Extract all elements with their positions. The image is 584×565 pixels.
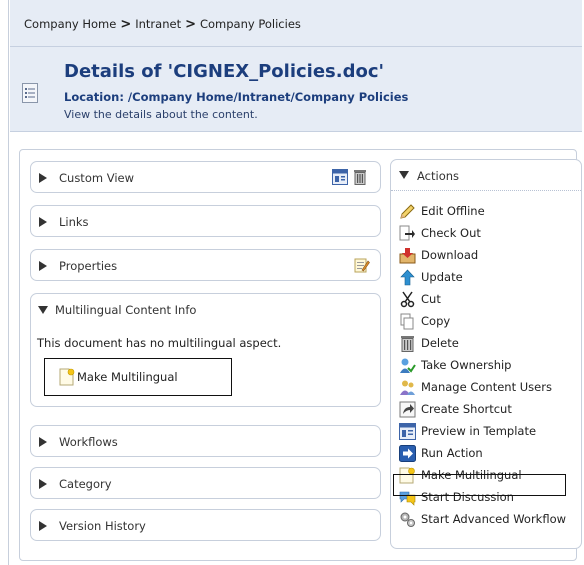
edit-properties-icon[interactable] <box>354 257 370 273</box>
location-path: Location: /Company Home/Intranet/Company… <box>64 90 409 104</box>
make-multilingual-button[interactable]: Make Multilingual <box>44 358 232 396</box>
action-label: Run Action <box>421 446 483 460</box>
panel-label: Workflows <box>59 435 118 449</box>
action-label: Manage Content Users <box>421 380 552 394</box>
check-out-icon <box>399 225 415 241</box>
custom-view-delete-icon[interactable] <box>353 169 367 185</box>
expand-arrow-icon <box>39 521 47 531</box>
page-title: Details of 'CIGNEX_Policies.doc' <box>64 61 385 82</box>
expand-arrow-icon <box>39 261 47 271</box>
action-label: Delete <box>421 336 459 350</box>
action-label: Download <box>421 248 479 262</box>
page-subtitle: View the details about the content. <box>64 108 258 121</box>
breadcrumb-trail: Company Home > Intranet > Company Policies <box>24 17 301 32</box>
action-label: Check Out <box>421 226 481 240</box>
action-label: Take Ownership <box>421 358 512 372</box>
action-label: Edit Offline <box>421 204 485 218</box>
panel-custom-view[interactable]: Custom View <box>30 161 381 193</box>
custom-view-template-icon[interactable] <box>332 169 348 185</box>
download-icon <box>399 248 416 264</box>
action-edit-offline[interactable]: Edit Offline <box>399 202 581 222</box>
actions-title: Actions <box>417 169 460 183</box>
action-check-out[interactable]: Check Out <box>399 224 581 244</box>
shortcut-icon <box>399 401 416 418</box>
panel-properties[interactable]: Properties <box>30 249 381 281</box>
template-icon <box>399 423 416 440</box>
details-header: Details of 'CIGNEX_Policies.doc' Locatio… <box>10 47 582 132</box>
trash-icon <box>401 336 414 352</box>
expand-arrow-icon <box>39 217 47 227</box>
document-icon <box>22 83 38 103</box>
users-icon <box>400 380 415 395</box>
breadcrumb-separator: > <box>120 17 132 32</box>
make-multilingual-label: Make Multilingual <box>77 370 178 384</box>
action-label: Preview in Template <box>421 424 537 438</box>
action-download[interactable]: Download <box>399 246 581 266</box>
multilingual-message: This document has no multilingual aspect… <box>37 336 282 350</box>
action-label: Update <box>421 270 463 284</box>
panel-links[interactable]: Links <box>30 205 381 237</box>
panel-label[interactable]: Multilingual Content Info <box>55 303 196 317</box>
panel-category[interactable]: Category <box>30 467 381 499</box>
expand-arrow-icon <box>39 437 47 447</box>
action-preview-in-template[interactable]: Preview in Template <box>399 422 581 442</box>
scissors-icon <box>400 291 415 308</box>
action-run-action[interactable]: Run Action <box>399 444 581 464</box>
panel-label: Version History <box>59 519 146 533</box>
take-ownership-icon <box>400 358 416 373</box>
action-create-shortcut[interactable]: Create Shortcut <box>399 400 581 420</box>
action-label: Start Advanced Workflow <box>421 512 567 526</box>
workflow-icon <box>400 512 415 527</box>
panel-label: Links <box>59 215 89 229</box>
action-update[interactable]: Update <box>399 268 581 288</box>
breadcrumb-company-home[interactable]: Company Home <box>24 17 116 31</box>
collapse-arrow-icon[interactable] <box>38 306 48 314</box>
collapse-arrow-icon <box>399 171 409 179</box>
breadcrumb-separator: > <box>185 17 196 32</box>
action-take-ownership[interactable]: Take Ownership <box>399 356 581 376</box>
breadcrumb-intranet[interactable]: Intranet <box>135 17 181 31</box>
breadcrumb: Company Home > Intranet > Company Policies <box>10 0 582 47</box>
update-icon <box>400 269 415 286</box>
expand-arrow-icon <box>39 479 47 489</box>
action-label: Create Shortcut <box>421 402 512 416</box>
actions-header[interactable]: Actions <box>391 160 581 191</box>
action-manage-content-users[interactable]: Manage Content Users <box>399 378 581 398</box>
panel-multilingual-content-info: Multilingual Content Info This document … <box>30 293 381 407</box>
action-label: Cut <box>421 292 441 306</box>
panel-label: Properties <box>59 259 118 273</box>
panel-version-history[interactable]: Version History <box>30 509 381 541</box>
make-multilingual-highlight <box>393 474 566 496</box>
action-label: Copy <box>421 314 451 328</box>
panel-label: Custom View <box>59 171 135 185</box>
panel-workflows[interactable]: Workflows <box>30 425 381 457</box>
run-action-icon <box>399 445 416 462</box>
action-copy[interactable]: Copy <box>399 312 581 332</box>
copy-icon <box>400 313 414 330</box>
multilingual-icon <box>59 368 75 386</box>
action-start-advanced-workflow[interactable]: Start Advanced Workflow <box>399 510 581 530</box>
action-cut[interactable]: Cut <box>399 290 581 310</box>
pencil-icon <box>400 204 415 219</box>
panel-label: Category <box>59 477 112 491</box>
action-delete[interactable]: Delete <box>399 334 581 354</box>
breadcrumb-company-policies[interactable]: Company Policies <box>200 17 301 31</box>
expand-arrow-icon <box>39 173 47 183</box>
